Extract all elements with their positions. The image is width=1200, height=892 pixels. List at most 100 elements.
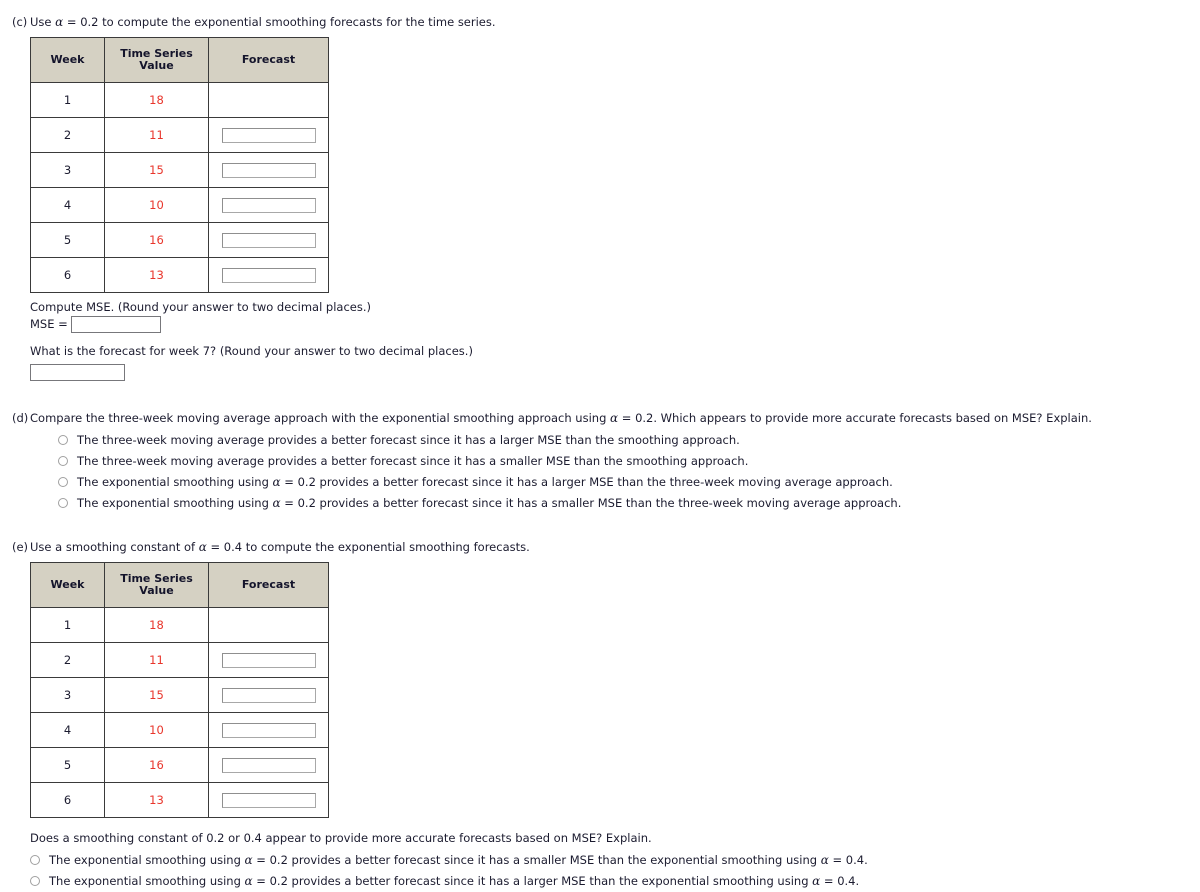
part-c-prompt: Use α = 0.2 to compute the exponential s… bbox=[30, 15, 1180, 30]
cell-week: 4 bbox=[30, 187, 105, 223]
forecast-input-week-5[interactable] bbox=[221, 757, 316, 773]
cell-time-series-value: 16 bbox=[104, 222, 209, 258]
week7-entry-row bbox=[30, 364, 1180, 381]
cell-time-series-value: 11 bbox=[104, 117, 209, 153]
forecast-input-week-2[interactable] bbox=[221, 127, 316, 143]
option-text-fragment: The exponential smoothing using bbox=[77, 496, 273, 510]
column-header-week: Week bbox=[30, 37, 105, 83]
part-e-question: Does a smoothing constant of 0.2 or 0.4 … bbox=[30, 831, 652, 845]
cell-forecast bbox=[208, 607, 329, 643]
cell-forecast bbox=[208, 782, 329, 818]
part-e-options: The exponential smoothing using α = 0.2 … bbox=[30, 850, 1190, 892]
part-d-prompt: Compare the three-week moving average ap… bbox=[30, 411, 1190, 426]
cell-forecast bbox=[208, 677, 329, 713]
cell-time-series-value: 16 bbox=[104, 747, 209, 783]
forecast-input-week-4[interactable] bbox=[221, 722, 316, 738]
radio-option-label: The exponential smoothing using α = 0.2 … bbox=[77, 496, 901, 511]
part-d: (d) Compare the three-week moving averag… bbox=[0, 411, 1190, 514]
column-header-forecast: Forecast bbox=[208, 37, 329, 83]
mse-input[interactable] bbox=[70, 316, 161, 333]
part-d-body: Compare the three-week moving average ap… bbox=[30, 411, 1190, 514]
option-text-fragment: The three-week moving average provides a… bbox=[77, 454, 749, 468]
cell-forecast bbox=[208, 222, 329, 258]
cell-time-series-value: 10 bbox=[104, 712, 209, 748]
forecast-input-week-6[interactable] bbox=[221, 267, 316, 283]
table-head: Week Time Series Value Forecast bbox=[30, 562, 329, 608]
table-head: Week Time Series Value Forecast bbox=[30, 37, 329, 83]
radio-option[interactable]: The exponential smoothing using α = 0.2 … bbox=[58, 472, 1190, 493]
table-body: 1 18 2 11 3 15 4 10 5 16 6 13 bbox=[30, 607, 329, 818]
part-e-prompt-pre: Use a smoothing constant of bbox=[30, 540, 199, 554]
radio-option[interactable]: The exponential smoothing using α = 0.2 … bbox=[30, 850, 1190, 871]
cell-time-series-value: 13 bbox=[104, 257, 209, 293]
cell-week: 2 bbox=[30, 117, 105, 153]
table-row: 1 18 bbox=[30, 82, 329, 118]
cell-week: 5 bbox=[30, 747, 105, 783]
option-text-fragment: = 0.4. bbox=[828, 853, 868, 867]
part-c-prompt-pre: Use bbox=[30, 15, 56, 29]
cell-forecast bbox=[208, 117, 329, 153]
forecast-table-alpha-02: Week Time Series Value Forecast 1 18 2 11 3 1… bbox=[30, 37, 329, 293]
table-row: 4 10 bbox=[30, 712, 329, 748]
table-row: 5 16 bbox=[30, 747, 329, 783]
radio-option-label: The exponential smoothing using α = 0.2 … bbox=[49, 874, 859, 889]
table-row: 6 13 bbox=[30, 782, 329, 818]
table-header-row: Week Time Series Value Forecast bbox=[30, 37, 329, 83]
cell-forecast bbox=[208, 257, 329, 293]
cell-time-series-value: 18 bbox=[104, 82, 209, 118]
alpha-symbol: α bbox=[244, 874, 253, 888]
forecast-table-alpha-04: Week Time Series Value Forecast 1 18 2 11 3 1… bbox=[30, 562, 329, 818]
cell-time-series-value: 15 bbox=[104, 152, 209, 188]
radio-button-icon[interactable] bbox=[58, 435, 68, 445]
radio-option[interactable]: The exponential smoothing using α = 0.2 … bbox=[30, 871, 1190, 892]
option-text-fragment: The exponential smoothing using bbox=[49, 853, 245, 867]
forecast-input-week-6[interactable] bbox=[221, 792, 316, 808]
forecast-input-week-2[interactable] bbox=[221, 652, 316, 668]
radio-button-icon[interactable] bbox=[58, 456, 68, 466]
mse-prompt-block: Compute MSE. (Round your answer to two d… bbox=[30, 299, 1180, 333]
forecast-input-week-3[interactable] bbox=[221, 162, 316, 178]
alpha-symbol: α bbox=[272, 496, 281, 510]
radio-button-icon[interactable] bbox=[30, 876, 40, 886]
table-row: 3 15 bbox=[30, 677, 329, 713]
part-c-label: (c) bbox=[12, 15, 28, 29]
radio-button-icon[interactable] bbox=[30, 855, 40, 865]
radio-option[interactable]: The three-week moving average provides a… bbox=[58, 430, 1190, 451]
column-header-week: Week bbox=[30, 562, 105, 608]
radio-button-icon[interactable] bbox=[58, 477, 68, 487]
cell-week: 6 bbox=[30, 257, 105, 293]
alpha-symbol: α bbox=[244, 853, 253, 867]
table-row: 5 16 bbox=[30, 222, 329, 258]
forecast-input-week-5[interactable] bbox=[221, 232, 316, 248]
radio-option[interactable]: The three-week moving average provides a… bbox=[58, 451, 1190, 472]
cell-time-series-value: 10 bbox=[104, 187, 209, 223]
part-c-body: Use α = 0.2 to compute the exponential s… bbox=[30, 15, 1180, 381]
table-row: 2 11 bbox=[30, 642, 329, 678]
week7-forecast-input[interactable] bbox=[30, 364, 125, 381]
cell-forecast bbox=[208, 82, 329, 118]
option-text-fragment: = 0.2 provides a better forecast since i… bbox=[252, 874, 813, 888]
column-header-time-series-value: Time Series Value bbox=[104, 37, 209, 83]
part-d-prompt-post: = 0.2. Which appears to provide more acc… bbox=[618, 411, 1092, 425]
week7-prompt: What is the forecast for week 7? (Round … bbox=[30, 344, 473, 358]
part-c-prompt-post: = 0.2 to compute the exponential smoothi… bbox=[63, 15, 496, 29]
cell-time-series-value: 18 bbox=[104, 607, 209, 643]
cell-forecast bbox=[208, 152, 329, 188]
radio-button-icon[interactable] bbox=[58, 498, 68, 508]
option-text-fragment: = 0.2 provides a better forecast since i… bbox=[252, 853, 821, 867]
forecast-input-week-4[interactable] bbox=[221, 197, 316, 213]
cell-forecast bbox=[208, 642, 329, 678]
part-d-label: (d) bbox=[12, 411, 29, 425]
option-text-fragment: = 0.2 provides a better forecast since i… bbox=[280, 496, 902, 510]
part-e-prompt: Use a smoothing constant of α = 0.4 to c… bbox=[30, 540, 1190, 555]
part-e-label: (e) bbox=[12, 540, 29, 554]
option-text-fragment: = 0.2 provides a better forecast since i… bbox=[280, 475, 893, 489]
forecast-input-week-3[interactable] bbox=[221, 687, 316, 703]
table-header-row: Week Time Series Value Forecast bbox=[30, 562, 329, 608]
part-e-body: Use a smoothing constant of α = 0.4 to c… bbox=[30, 540, 1190, 892]
cell-forecast bbox=[208, 747, 329, 783]
radio-option[interactable]: The exponential smoothing using α = 0.2 … bbox=[58, 493, 1190, 514]
cell-week: 4 bbox=[30, 712, 105, 748]
column-header-forecast: Forecast bbox=[208, 562, 329, 608]
cell-time-series-value: 13 bbox=[104, 782, 209, 818]
